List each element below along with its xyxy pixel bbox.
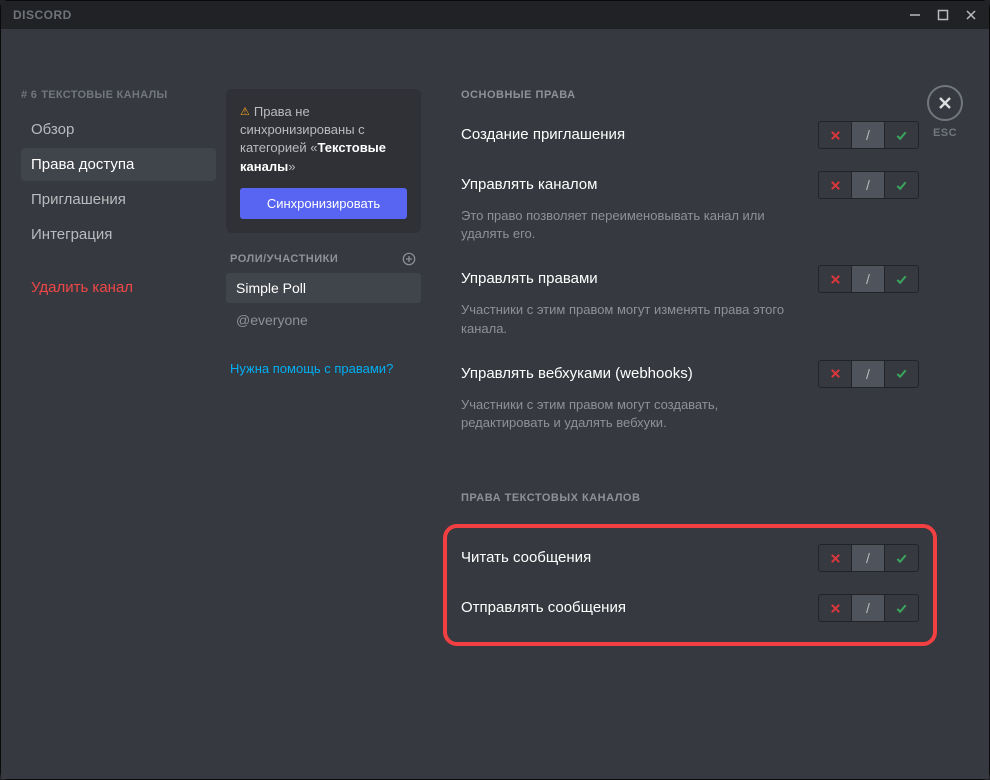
toggle-deny[interactable]	[819, 266, 852, 292]
roles-header-label: РОЛИ/УЧАСТНИКИ	[230, 253, 338, 265]
sidebar-item-overview[interactable]: Обзор	[21, 113, 216, 146]
toggle-deny[interactable]	[819, 361, 852, 387]
channel-group-label: ТЕКСТОВЫЕ КАНАЛЫ	[41, 89, 167, 101]
esc-label: ESC	[933, 127, 957, 139]
toggle-deny[interactable]	[819, 595, 852, 621]
section-title-general: ОСНОВНЫЕ ПРАВА	[461, 89, 919, 101]
permissions-help-link[interactable]: Нужна помощь с правами?	[226, 361, 421, 376]
toggle-deny[interactable]	[819, 545, 852, 571]
brand-label: DISCORD	[13, 8, 72, 22]
perm-create-invite: Создание приглашения /	[461, 121, 919, 149]
toggle-allow[interactable]	[885, 545, 918, 571]
toggle-allow[interactable]	[885, 595, 918, 621]
roles-header: РОЛИ/УЧАСТНИКИ	[226, 251, 421, 267]
toggle-allow[interactable]	[885, 266, 918, 292]
sidebar-item-permissions[interactable]: Права доступа	[21, 148, 216, 181]
permissions-panel: ОСНОВНЫЕ ПРАВА Создание приглашения / Уп…	[431, 89, 989, 779]
perm-toggle: /	[818, 171, 919, 199]
perm-label: Управлять вебхуками (webhooks)	[461, 364, 693, 384]
perm-label: Управлять каналом	[461, 175, 597, 195]
delete-channel-button[interactable]: Удалить канал	[21, 271, 216, 304]
toggle-neutral[interactable]: /	[852, 595, 885, 621]
maximize-button[interactable]	[929, 4, 957, 26]
perm-manage-webhooks: Управлять вебхуками (webhooks) / Участни…	[461, 360, 919, 432]
perm-toggle: /	[818, 360, 919, 388]
add-role-icon[interactable]	[401, 251, 417, 267]
close-settings-button[interactable]	[927, 85, 963, 121]
toggle-neutral[interactable]: /	[852, 122, 885, 148]
toggle-neutral[interactable]: /	[852, 545, 885, 571]
perm-desc: Участники с этим правом могут создавать,…	[461, 396, 791, 432]
roles-column: ⚠Права не синхронизированы с категорией …	[226, 89, 431, 779]
sidebar-item-invites[interactable]: Приглашения	[21, 183, 216, 216]
perm-label: Управлять правами	[461, 269, 598, 289]
settings-sidebar: # 6 ТЕКСТОВЫЕ КАНАЛЫ Обзор Права доступа…	[1, 89, 226, 779]
titlebar: DISCORD	[1, 1, 989, 29]
perm-send-messages: Отправлять сообщения /	[461, 594, 919, 622]
perm-label: Читать сообщения	[461, 548, 591, 568]
perm-desc: Участники с этим правом могут изменять п…	[461, 301, 791, 337]
channel-header: # 6 ТЕКСТОВЫЕ КАНАЛЫ	[21, 89, 216, 101]
role-item-simple-poll[interactable]: Simple Poll	[226, 273, 421, 303]
toggle-allow[interactable]	[885, 172, 918, 198]
perm-manage-channel: Управлять каналом / Это право позволяет …	[461, 171, 919, 243]
sync-button[interactable]: Синхронизировать	[240, 188, 407, 219]
perm-label: Создание приглашения	[461, 125, 625, 145]
toggle-neutral[interactable]: /	[852, 172, 885, 198]
perm-toggle: /	[818, 121, 919, 149]
role-item-everyone[interactable]: @everyone	[226, 305, 421, 335]
sync-notice-card: ⚠Права не синхронизированы с категорией …	[226, 89, 421, 233]
close-area: ESC	[927, 85, 963, 139]
sidebar-item-integrations[interactable]: Интеграция	[21, 218, 216, 251]
section-title-text: ПРАВА ТЕКСТОВЫХ КАНАЛОВ	[461, 492, 919, 504]
warning-icon: ⚠	[240, 106, 250, 118]
close-window-button[interactable]	[957, 4, 985, 26]
perm-toggle: /	[818, 594, 919, 622]
window-controls	[901, 4, 985, 26]
minimize-button[interactable]	[901, 4, 929, 26]
perm-desc: Это право позволяет переименовывать кана…	[461, 207, 791, 243]
toggle-neutral[interactable]: /	[852, 266, 885, 292]
perm-toggle: /	[818, 544, 919, 572]
perm-manage-permissions: Управлять правами / Участники с этим пра…	[461, 265, 919, 337]
toggle-allow[interactable]	[885, 361, 918, 387]
toggle-neutral[interactable]: /	[852, 361, 885, 387]
perm-label: Отправлять сообщения	[461, 598, 626, 618]
perm-toggle: /	[818, 265, 919, 293]
hash-icon: # 6	[21, 89, 37, 101]
highlight-annotation: Читать сообщения / Отправлять сообщения	[443, 524, 937, 646]
perm-read-messages: Читать сообщения /	[461, 544, 919, 572]
toggle-deny[interactable]	[819, 122, 852, 148]
toggle-deny[interactable]	[819, 172, 852, 198]
sync-text-post: »	[288, 159, 295, 174]
toggle-allow[interactable]	[885, 122, 918, 148]
